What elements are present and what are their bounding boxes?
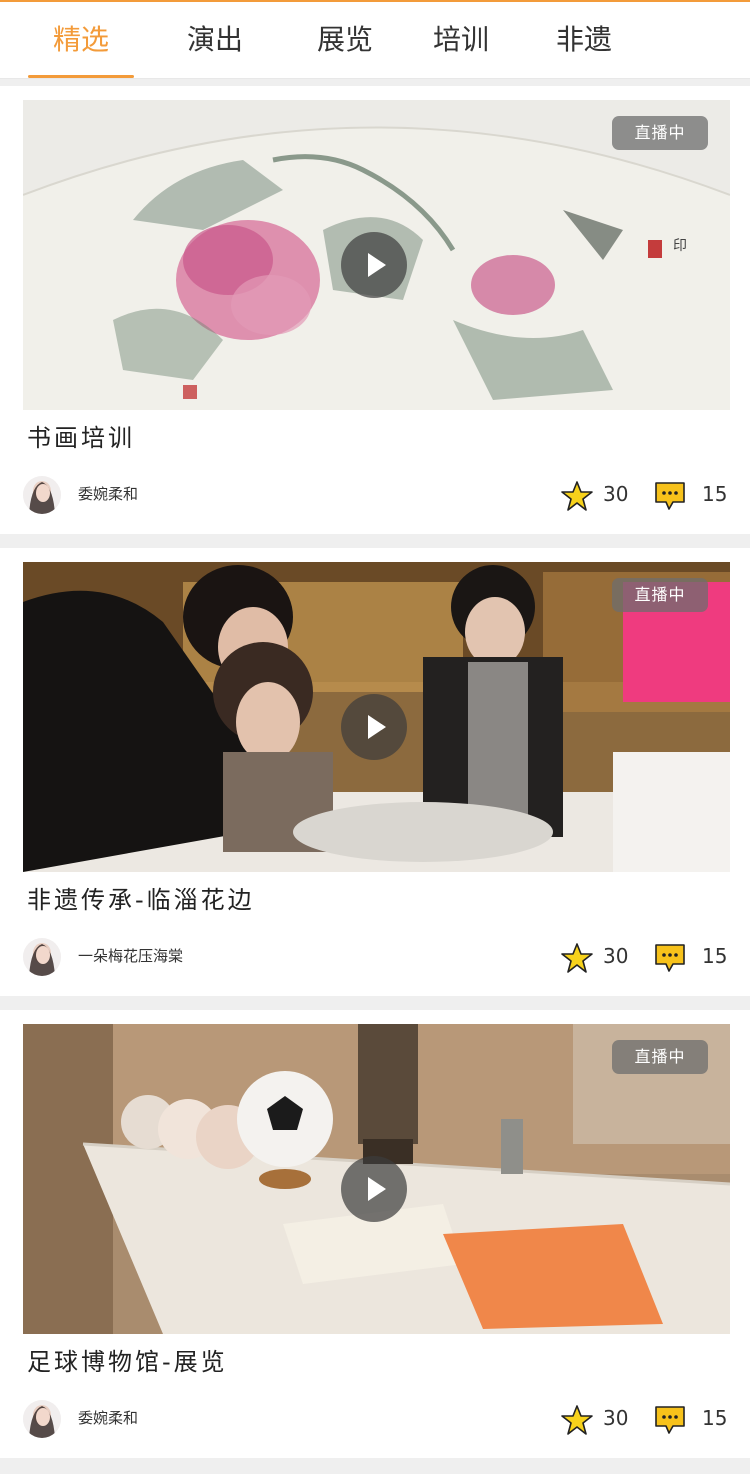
video-thumbnail[interactable]: 直播中 bbox=[23, 1024, 730, 1334]
card-meta-row: 委婉柔和 30 15 bbox=[23, 476, 730, 516]
avatar[interactable] bbox=[23, 1400, 61, 1438]
live-card[interactable]: 印 直播中 书画培训 委婉柔和 30 15 bbox=[0, 86, 750, 534]
category-tab-bar: 精选 演出 展览 培训 非遗 bbox=[0, 2, 750, 79]
comment-count: 15 bbox=[702, 944, 728, 968]
video-thumbnail[interactable]: 直播中 bbox=[23, 562, 730, 872]
author-name[interactable]: 委婉柔和 bbox=[78, 483, 138, 504]
play-button[interactable] bbox=[341, 1156, 407, 1222]
card-title[interactable]: 足球博物馆-展览 bbox=[27, 1344, 228, 1380]
card-meta-row: 委婉柔和 30 15 bbox=[23, 1400, 730, 1440]
video-thumbnail[interactable]: 印 直播中 bbox=[23, 100, 730, 410]
play-button[interactable] bbox=[341, 694, 407, 760]
live-status-badge: 直播中 bbox=[612, 116, 708, 150]
star-icon[interactable] bbox=[561, 480, 593, 512]
star-icon[interactable] bbox=[561, 1404, 593, 1436]
favorite-count: 30 bbox=[603, 944, 629, 968]
comment-icon[interactable] bbox=[654, 1405, 686, 1435]
author-name[interactable]: 一朵梅花压海棠 bbox=[78, 945, 183, 966]
live-card[interactable]: 直播中 足球博物馆-展览 委婉柔和 30 15 bbox=[0, 1010, 750, 1458]
star-icon[interactable] bbox=[561, 942, 593, 974]
favorite-count: 30 bbox=[603, 482, 629, 506]
card-meta-row: 一朵梅花压海棠 30 15 bbox=[23, 938, 730, 978]
avatar[interactable] bbox=[23, 476, 61, 514]
live-feed-list: 印 直播中 书画培训 委婉柔和 30 15 直播中 非遗传承-临淄花边 一朵梅花… bbox=[0, 86, 750, 1472]
active-tab-indicator bbox=[28, 75, 134, 78]
play-button[interactable] bbox=[341, 232, 407, 298]
tab-exhibition[interactable]: 展览 bbox=[292, 2, 398, 78]
live-status-badge: 直播中 bbox=[612, 578, 708, 612]
author-name[interactable]: 委婉柔和 bbox=[78, 1407, 138, 1428]
comment-icon[interactable] bbox=[654, 481, 686, 511]
live-card[interactable]: 直播中 非遗传承-临淄花边 一朵梅花压海棠 30 15 bbox=[0, 548, 750, 996]
avatar[interactable] bbox=[23, 938, 61, 976]
live-status-badge: 直播中 bbox=[612, 1040, 708, 1074]
tab-heritage[interactable]: 非遗 bbox=[531, 2, 637, 78]
svg-text:印: 印 bbox=[673, 238, 687, 254]
tab-performance[interactable]: 演出 bbox=[162, 2, 268, 78]
tab-training[interactable]: 培训 bbox=[408, 2, 514, 78]
card-title[interactable]: 非遗传承-临淄花边 bbox=[27, 882, 255, 918]
comment-count: 15 bbox=[702, 482, 728, 506]
favorite-count: 30 bbox=[603, 1406, 629, 1430]
comment-count: 15 bbox=[702, 1406, 728, 1430]
tab-featured[interactable]: 精选 bbox=[28, 2, 134, 78]
card-title[interactable]: 书画培训 bbox=[27, 420, 135, 456]
comment-icon[interactable] bbox=[654, 943, 686, 973]
